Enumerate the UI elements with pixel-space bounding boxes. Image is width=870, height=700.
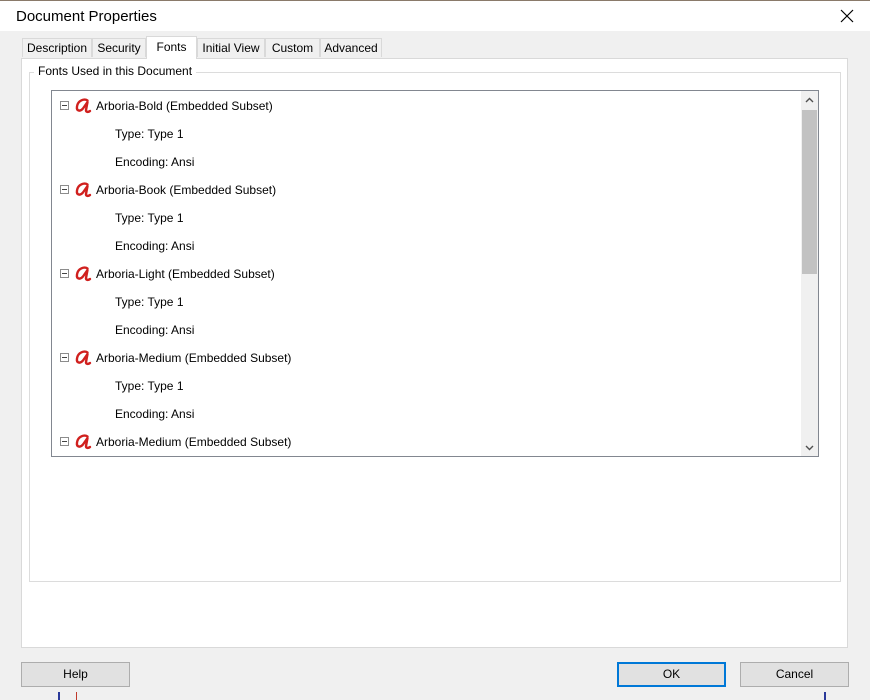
scroll-down-button[interactable] — [801, 439, 818, 456]
font-encoding: Encoding: Ansi — [115, 323, 195, 337]
help-button[interactable]: Help — [21, 662, 130, 687]
acrobat-font-icon — [75, 182, 92, 198]
scroll-thumb[interactable] — [802, 110, 817, 274]
background-window-edge — [0, 692, 870, 700]
collapse-icon[interactable] — [60, 353, 69, 362]
close-button[interactable] — [824, 1, 870, 31]
window-title: Document Properties — [16, 8, 157, 25]
collapse-icon[interactable] — [60, 437, 69, 446]
acrobat-font-icon — [75, 98, 92, 114]
acrobat-font-icon — [75, 434, 92, 450]
close-icon — [840, 9, 854, 23]
chevron-up-icon — [805, 97, 814, 102]
fonts-group-label: Fonts Used in this Document — [34, 64, 197, 78]
tab-description[interactable]: Description — [22, 38, 92, 57]
font-type: Type: Type 1 — [115, 211, 184, 225]
tab-advanced[interactable]: Advanced — [320, 38, 382, 57]
font-name: Arboria-Medium (Embedded Subset) — [96, 351, 292, 365]
tab-security[interactable]: Security — [92, 38, 146, 57]
font-type: Type: Type 1 — [115, 295, 184, 309]
scroll-up-button[interactable] — [801, 91, 818, 108]
font-encoding: Encoding: Ansi — [115, 239, 195, 253]
collapse-icon[interactable] — [60, 185, 69, 194]
tab-custom[interactable]: Custom — [265, 38, 320, 57]
tree-scrollbar[interactable] — [801, 91, 818, 456]
font-encoding: Encoding: Ansi — [115, 407, 195, 421]
font-type: Type: Type 1 — [115, 379, 184, 393]
acrobat-font-icon — [75, 350, 92, 366]
font-name: Arboria-Light (Embedded Subset) — [96, 267, 275, 281]
ok-button[interactable]: OK — [617, 662, 726, 687]
font-type: Type: Type 1 — [115, 127, 184, 141]
tab-initial-view[interactable]: Initial View — [197, 38, 265, 57]
tab-fonts[interactable]: Fonts — [146, 36, 197, 59]
chevron-down-icon — [805, 445, 814, 450]
font-name: Arboria-Medium (Embedded Subset) — [96, 435, 292, 449]
acrobat-font-icon — [75, 266, 92, 282]
collapse-icon[interactable] — [60, 269, 69, 278]
font-name: Arboria-Bold (Embedded Subset) — [96, 99, 273, 113]
title-bar: Document Properties — [0, 0, 870, 31]
fonts-tree[interactable]: Arboria-Bold (Embedded Subset) Type: Typ… — [51, 90, 819, 457]
font-encoding: Encoding: Ansi — [115, 155, 195, 169]
collapse-icon[interactable] — [60, 101, 69, 110]
font-name: Arboria-Book (Embedded Subset) — [96, 183, 277, 197]
cancel-button[interactable]: Cancel — [740, 662, 849, 687]
